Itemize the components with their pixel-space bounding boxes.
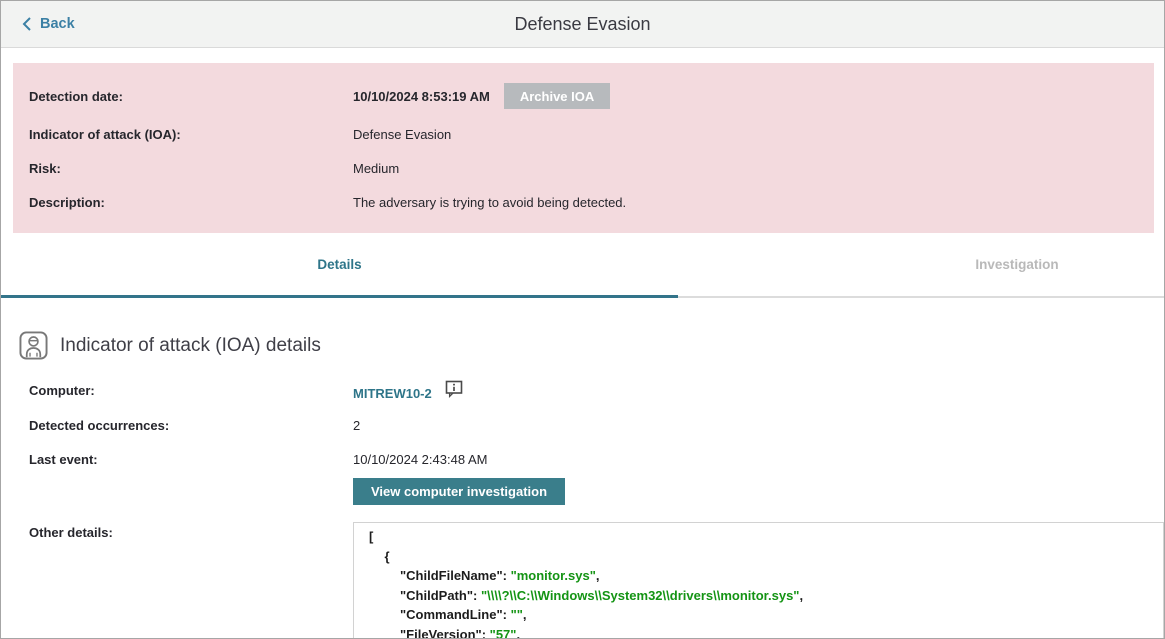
computer-row: Computer: MITREW10-2 [29, 380, 1164, 400]
ioa-type-label: Indicator of attack (IOA): [29, 127, 353, 142]
person-badge-icon [19, 331, 48, 360]
computer-link[interactable]: MITREW10-2 [353, 386, 432, 401]
description-label: Description: [29, 195, 353, 210]
details-panel: Indicator of attack (IOA) details Comput… [1, 298, 1164, 638]
other-details-label: Other details: [29, 525, 113, 540]
description-row: Description: The adversary is trying to … [29, 194, 1138, 210]
archive-ioa-button[interactable]: Archive IOA [504, 83, 610, 109]
computer-label: Computer: [29, 383, 353, 398]
ioa-type-row: Indicator of attack (IOA): Defense Evasi… [29, 126, 1138, 142]
last-event-row: Last event: 10/10/2024 2:43:48 AM [29, 451, 1164, 467]
occurrences-label: Detected occurrences: [29, 418, 353, 433]
window: Back Defense Evasion Detection date: 10/… [0, 0, 1165, 639]
occurrences-value: 2 [353, 418, 360, 433]
code-block: [{"ChildFileName": "monitor.sys","ChildP… [353, 522, 1164, 639]
detection-date-row: Detection date: 10/10/2024 8:53:19 AM Ar… [29, 83, 1138, 109]
description-value: The adversary is trying to avoid being d… [353, 195, 626, 210]
section-title: Indicator of attack (IOA) details [60, 335, 321, 357]
ioa-type-value: Defense Evasion [353, 127, 451, 142]
ioa-summary-banner: Detection date: 10/10/2024 8:53:19 AM Ar… [13, 63, 1154, 233]
section-header: Indicator of attack (IOA) details [19, 331, 321, 360]
occurrences-row: Detected occurrences: 2 [29, 417, 1164, 433]
last-event-label: Last event: [29, 452, 353, 467]
page-title: Defense Evasion [1, 1, 1164, 47]
view-computer-investigation-button[interactable]: View computer investigation [353, 478, 565, 505]
tab-details[interactable]: Details [1, 233, 678, 295]
risk-row: Risk: Medium [29, 160, 1138, 176]
top-bar: Back Defense Evasion [1, 1, 1164, 48]
info-bubble-icon[interactable] [445, 380, 464, 398]
risk-label: Risk: [29, 161, 353, 176]
last-event-value: 10/10/2024 2:43:48 AM [353, 452, 487, 467]
tab-investigation[interactable]: Investigation [868, 233, 1165, 295]
detection-date-value: 10/10/2024 8:53:19 AM [353, 89, 490, 104]
risk-value: Medium [353, 161, 399, 176]
detection-date-label: Detection date: [29, 89, 353, 104]
tab-strip: Details Investigation [1, 233, 1164, 298]
